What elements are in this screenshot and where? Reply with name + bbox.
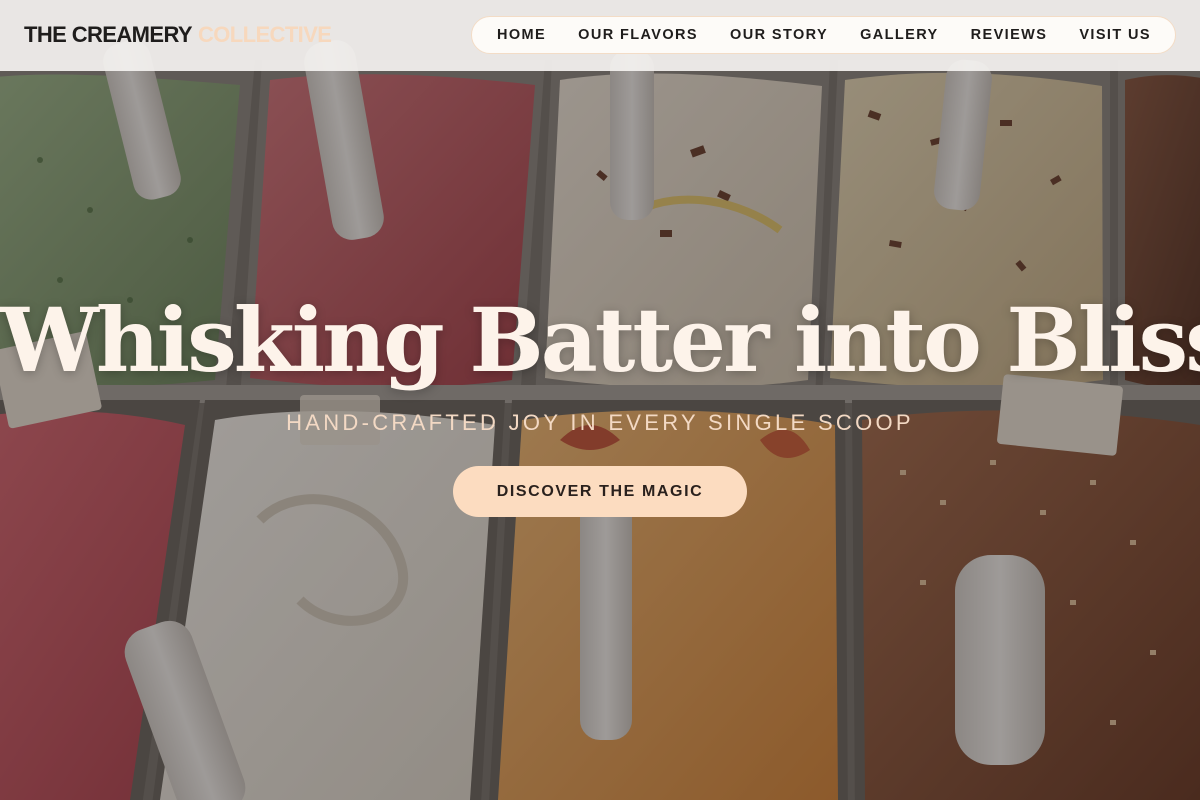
nav-item-our-flavors[interactable]: OUR FLAVORS: [578, 27, 698, 43]
nav-item-our-story[interactable]: OUR STORY: [730, 27, 828, 43]
discover-cta-button[interactable]: DISCOVER THE MAGIC: [453, 466, 747, 517]
hero-subtitle: HAND-CRAFTED JOY IN EVERY SINGLE SCOOP: [286, 410, 914, 435]
brand-name-accent: COLLECTIVE: [198, 22, 332, 47]
nav-item-reviews[interactable]: REVIEWS: [971, 27, 1048, 43]
nav-item-home[interactable]: HOME: [497, 27, 546, 43]
brand-name-main: THE CREAMERY: [24, 22, 193, 47]
nav-item-gallery[interactable]: GALLERY: [860, 27, 939, 43]
hero-overlay: [0, 0, 1200, 800]
nav-item-visit-us[interactable]: VISIT US: [1079, 27, 1151, 43]
hero-title: Whisking Batter into Bliss: [0, 288, 1200, 392]
site-header: THE CREAMERY COLLECTIVE HOME OUR FLAVORS…: [0, 0, 1200, 71]
main-nav: HOME OUR FLAVORS OUR STORY GALLERY REVIE…: [471, 16, 1176, 54]
brand-logo[interactable]: THE CREAMERY COLLECTIVE: [24, 21, 332, 49]
